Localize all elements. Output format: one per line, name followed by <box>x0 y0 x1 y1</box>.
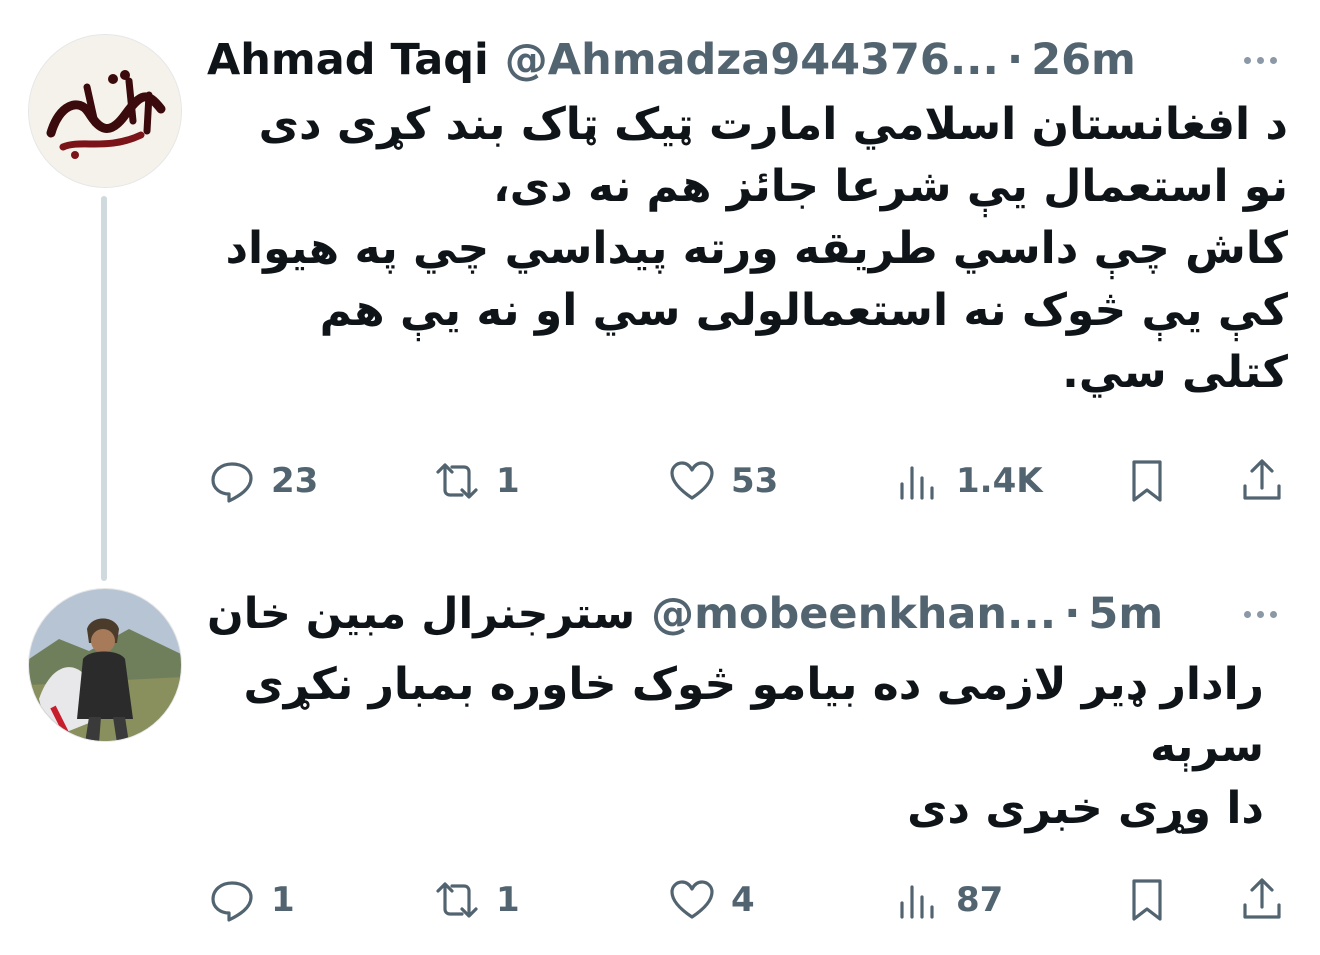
views-count: 1.4K <box>956 461 1043 501</box>
more-icon[interactable] <box>1230 30 1290 90</box>
action-bar: 1 1 4 87 <box>207 875 1290 925</box>
tweet-text: د افغانستان اسلامي امارت ټيک ټاک بند کړی… <box>198 94 1288 404</box>
bookmark-icon <box>1132 879 1162 921</box>
bookmark-button[interactable] <box>1122 875 1172 925</box>
views-count: 87 <box>956 880 1004 920</box>
tweet[interactable]: سترجنرال مبين خان @mobeenkhan... · 5m را… <box>0 570 1320 955</box>
author-handle[interactable]: @mobeenkhan... <box>651 584 1056 644</box>
like-button[interactable]: 53 <box>667 456 778 506</box>
reply-button[interactable]: 1 <box>207 875 295 925</box>
heart-icon <box>670 461 714 500</box>
reply-count: 1 <box>271 880 295 920</box>
views-button[interactable]: 87 <box>892 875 1003 925</box>
more-icon[interactable] <box>1230 584 1290 644</box>
tweet-text-line: دا وړی خبری دی <box>907 783 1264 834</box>
reply-count: 23 <box>271 461 319 501</box>
tweet-text-line: د افغانستان اسلامي امارت ټيک ټاک بند کړی… <box>258 99 1288 150</box>
tweet-header: Ahmad Taqi @Ahmadza944376... · 26m <box>207 30 1290 90</box>
separator-dot: · <box>1064 589 1081 639</box>
like-button[interactable]: 4 <box>667 875 755 925</box>
reply-icon <box>211 881 253 922</box>
separator-dot: · <box>1006 35 1024 85</box>
bookmark-icon <box>1132 460 1162 502</box>
retweet-button[interactable]: 1 <box>432 456 520 506</box>
share-icon <box>1243 878 1281 919</box>
tweet-text-line: رادار ډير لازمی ده بيامو څوک خاوره بمبار… <box>243 659 1264 710</box>
tweet[interactable]: Ahmad Taqi @Ahmadza944376... · 26m د افغ… <box>0 0 1320 581</box>
heart-icon <box>670 880 714 919</box>
retweet-count: 1 <box>496 461 520 501</box>
tweet-text-line: کاش چې داسي طريقه ورته پيداسي چي په هيوا… <box>225 223 1288 274</box>
retweet-icon <box>436 882 478 918</box>
tweet-text-line: کې يې څوک نه استعمالولی سي او نه يې هم <box>319 285 1288 336</box>
avatar[interactable] <box>28 34 182 188</box>
share-button[interactable] <box>1237 875 1287 925</box>
reply-button[interactable]: 23 <box>207 456 318 506</box>
tweet-text: رادار ډير لازمی ده بيامو څوک خاوره بمبار… <box>204 654 1264 840</box>
retweet-button[interactable]: 1 <box>432 875 520 925</box>
bookmark-button[interactable] <box>1122 456 1172 506</box>
tweet-text-line: کتلی سي. <box>1062 347 1288 398</box>
avatar-photo <box>29 589 181 741</box>
author-handle[interactable]: @Ahmadza944376... <box>505 30 999 90</box>
views-button[interactable]: 1.4K <box>892 456 1043 506</box>
calligraphy-logo <box>29 35 181 187</box>
like-count: 53 <box>731 461 779 501</box>
tweet-text-line: سرېه <box>1150 721 1264 772</box>
thread-connector-line <box>101 196 107 581</box>
reply-icon <box>211 462 253 503</box>
share-icon <box>1243 459 1281 500</box>
retweet-count: 1 <box>496 880 520 920</box>
author-name[interactable]: سترجنرال مبين خان <box>207 584 635 644</box>
author-name[interactable]: Ahmad Taqi <box>207 30 489 90</box>
tweet-text-line: نو استعمال يې شرعا جائز هم نه دی، <box>493 161 1288 212</box>
like-count: 4 <box>731 880 755 920</box>
views-icon <box>900 466 934 500</box>
views-icon <box>900 885 934 919</box>
tweet-header: سترجنرال مبين خان @mobeenkhan... · 5m <box>207 584 1290 644</box>
share-button[interactable] <box>1237 456 1287 506</box>
action-bar: 23 1 53 1.4K <box>207 456 1290 506</box>
avatar[interactable] <box>28 588 182 742</box>
retweet-icon <box>436 463 478 499</box>
timestamp[interactable]: 26m <box>1031 30 1136 90</box>
timestamp[interactable]: 5m <box>1088 584 1163 644</box>
